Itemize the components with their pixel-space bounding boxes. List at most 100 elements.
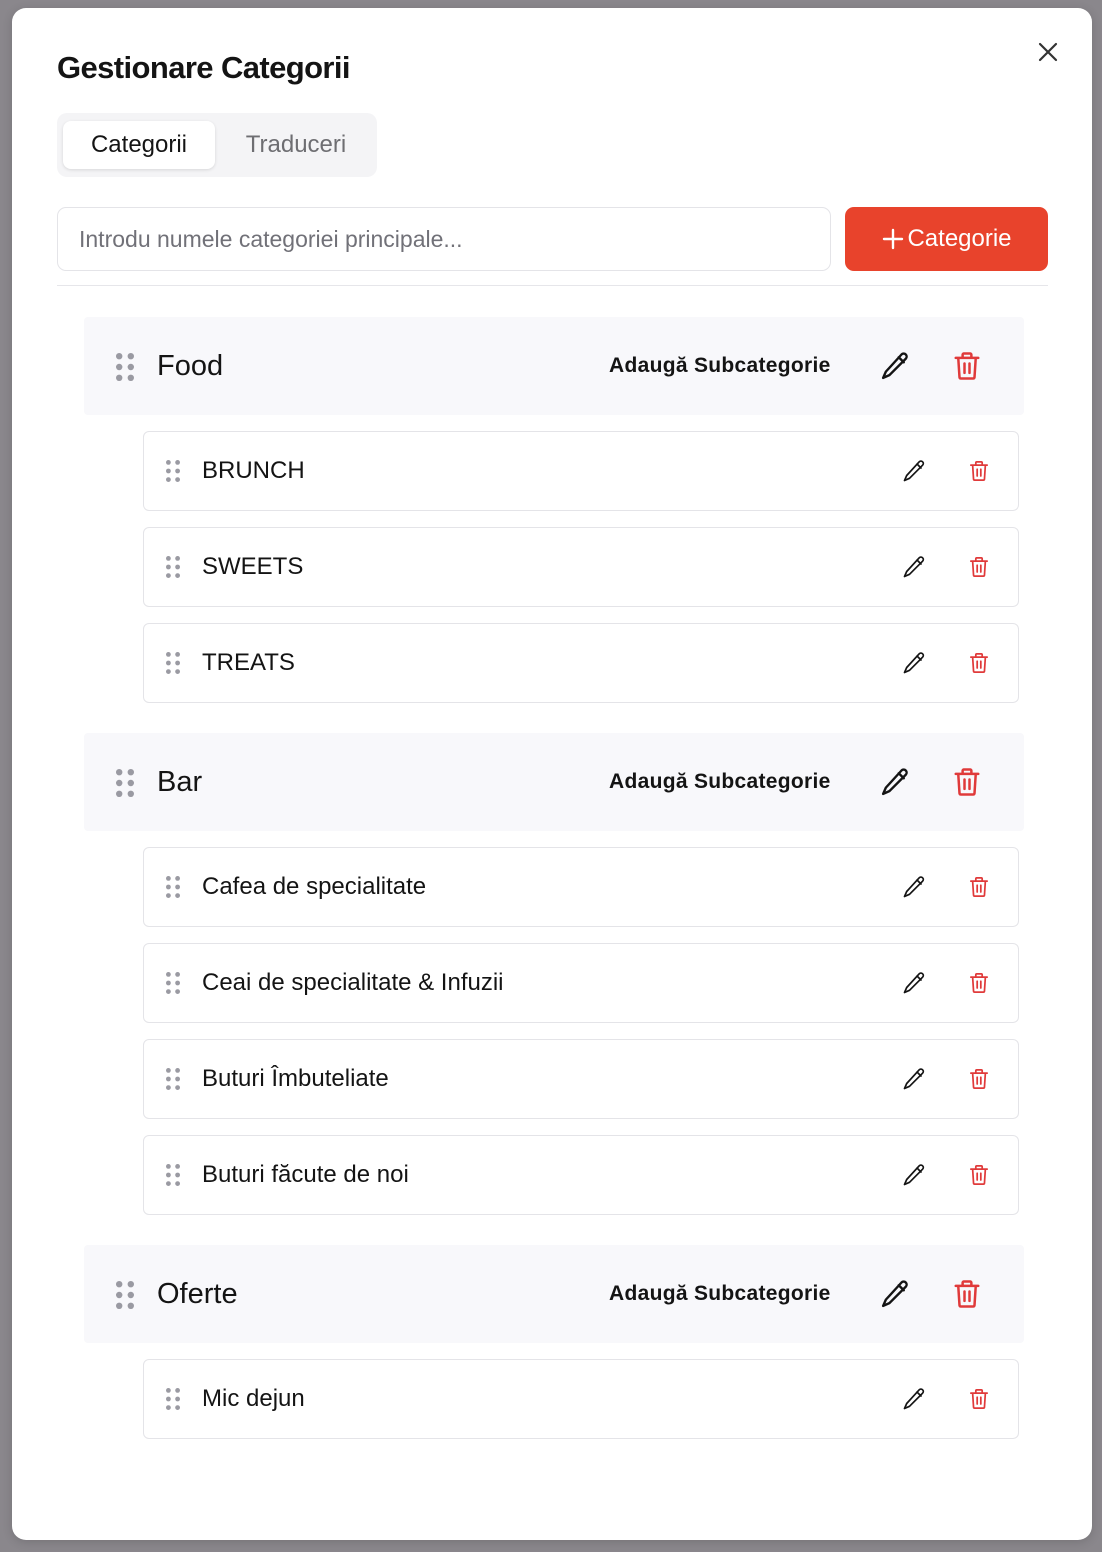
delete-subcategory-button[interactable] [969, 1388, 989, 1410]
subcategory-name: TREATS [202, 649, 295, 676]
close-icon [1038, 42, 1058, 62]
edit-subcategory-button[interactable] [902, 875, 926, 899]
pencil-icon [903, 1388, 925, 1410]
drag-handle-icon [166, 876, 180, 898]
subcategory-name: Mic dejun [202, 1385, 305, 1412]
pencil-icon [903, 556, 925, 578]
drag-handle-icon [166, 1068, 180, 1090]
subcategory-list: Cafea de specialitate Ceai de specialitat… [84, 831, 1024, 1215]
subcategory-name: Ceai de specialitate & Infuzii [202, 969, 504, 996]
delete-subcategory-button[interactable] [969, 1068, 989, 1090]
drag-handle-icon [166, 460, 180, 482]
drag-handle-icon [166, 1164, 180, 1186]
main-category-name: Food [157, 350, 224, 382]
drag-handle[interactable] [116, 353, 134, 381]
subcategory-row: BRUNCH [143, 431, 1019, 511]
drag-handle[interactable] [166, 1068, 180, 1090]
drag-handle[interactable] [116, 1281, 134, 1309]
drag-handle-icon [166, 1388, 180, 1410]
pencil-icon [881, 352, 908, 380]
drag-handle[interactable] [166, 1388, 180, 1410]
drag-handle[interactable] [166, 1164, 180, 1186]
pencil-icon [903, 876, 925, 898]
add-subcategory-button[interactable]: Adaugă Subcategorie [609, 733, 831, 831]
trash-icon [969, 1389, 989, 1409]
divider [57, 285, 1048, 286]
tab-traduceri[interactable]: Traduceri [221, 121, 371, 169]
main-category-row: Bar Adaugă Subcategorie [84, 733, 1024, 831]
edit-subcategory-button[interactable] [902, 1163, 926, 1187]
subcategory-name: BRUNCH [202, 457, 305, 484]
delete-category-button[interactable] [953, 1279, 981, 1309]
edit-subcategory-button[interactable] [902, 971, 926, 995]
edit-category-button[interactable] [880, 1279, 910, 1309]
delete-subcategory-button[interactable] [969, 460, 989, 482]
add-subcategory-button[interactable]: Adaugă Subcategorie [609, 317, 831, 415]
pencil-icon [881, 1280, 908, 1308]
drag-handle-icon [116, 769, 134, 797]
subcategory-row: Buturi făcute de noi [143, 1135, 1019, 1215]
subcategory-row: SWEETS [143, 527, 1019, 607]
delete-subcategory-button[interactable] [969, 652, 989, 674]
main-category-name: Bar [157, 766, 203, 798]
drag-handle-icon [166, 556, 180, 578]
add-subcategory-button[interactable]: Adaugă Subcategorie [609, 1245, 831, 1343]
delete-category-button[interactable] [953, 767, 981, 797]
dialog-title: Gestionare Categorii [57, 50, 351, 85]
drag-handle[interactable] [166, 460, 180, 482]
trash-icon [969, 653, 989, 673]
subcategory-name: SWEETS [202, 553, 304, 580]
trash-icon [969, 1069, 989, 1089]
edit-subcategory-button[interactable] [902, 459, 926, 483]
trash-icon [954, 768, 980, 796]
subcategory-row: Cafea de specialitate [143, 847, 1019, 927]
drag-handle[interactable] [166, 556, 180, 578]
pencil-icon [903, 1164, 925, 1186]
manage-categories-dialog: Gestionare Categorii Categorii Traduceri… [12, 8, 1092, 1540]
subcategory-row: TREATS [143, 623, 1019, 703]
main-category-name: Oferte [157, 1278, 238, 1310]
subcategory-name: Buturi Îmbuteliate [202, 1065, 389, 1092]
pencil-icon [903, 652, 925, 674]
category-group: Food Adaugă Subcategorie BRUNCH SWEETS TREAT… [84, 317, 1024, 703]
close-button[interactable] [1034, 38, 1062, 66]
delete-category-button[interactable] [953, 351, 981, 381]
add-category-button[interactable]: Categorie [845, 207, 1048, 271]
delete-subcategory-button[interactable] [969, 1164, 989, 1186]
subcategory-row: Mic dejun [143, 1359, 1019, 1439]
edit-category-button[interactable] [880, 767, 910, 797]
subcategory-name: Buturi făcute de noi [202, 1161, 409, 1188]
tab-list: Categorii Traduceri [57, 113, 377, 177]
drag-handle[interactable] [166, 652, 180, 674]
edit-subcategory-button[interactable] [902, 1387, 926, 1411]
add-category-label: Categorie [907, 225, 1012, 252]
pencil-icon [903, 460, 925, 482]
drag-handle[interactable] [166, 876, 180, 898]
drag-handle-icon [116, 353, 134, 381]
trash-icon [969, 557, 989, 577]
edit-subcategory-button[interactable] [902, 1067, 926, 1091]
pencil-icon [903, 1068, 925, 1090]
trash-icon [969, 877, 989, 897]
subcategory-row: Buturi Îmbuteliate [143, 1039, 1019, 1119]
plus-icon [883, 228, 904, 250]
main-category-row: Food Adaugă Subcategorie [84, 317, 1024, 415]
trash-icon [969, 461, 989, 481]
drag-handle-icon [166, 652, 180, 674]
drag-handle[interactable] [166, 972, 180, 994]
edit-subcategory-button[interactable] [902, 651, 926, 675]
pencil-icon [903, 972, 925, 994]
edit-subcategory-button[interactable] [902, 555, 926, 579]
drag-handle[interactable] [116, 769, 134, 797]
subcategory-row: Ceai de specialitate & Infuzii [143, 943, 1019, 1023]
category-group: Bar Adaugă Subcategorie Cafea de specialit… [84, 733, 1024, 1215]
edit-category-button[interactable] [880, 351, 910, 381]
drag-handle-icon [116, 1281, 134, 1309]
trash-icon [954, 352, 980, 380]
delete-subcategory-button[interactable] [969, 972, 989, 994]
delete-subcategory-button[interactable] [969, 556, 989, 578]
subcategory-list: Mic dejun [84, 1343, 1024, 1439]
category-name-input[interactable] [57, 207, 831, 271]
delete-subcategory-button[interactable] [969, 876, 989, 898]
tab-categorii[interactable]: Categorii [63, 121, 215, 169]
